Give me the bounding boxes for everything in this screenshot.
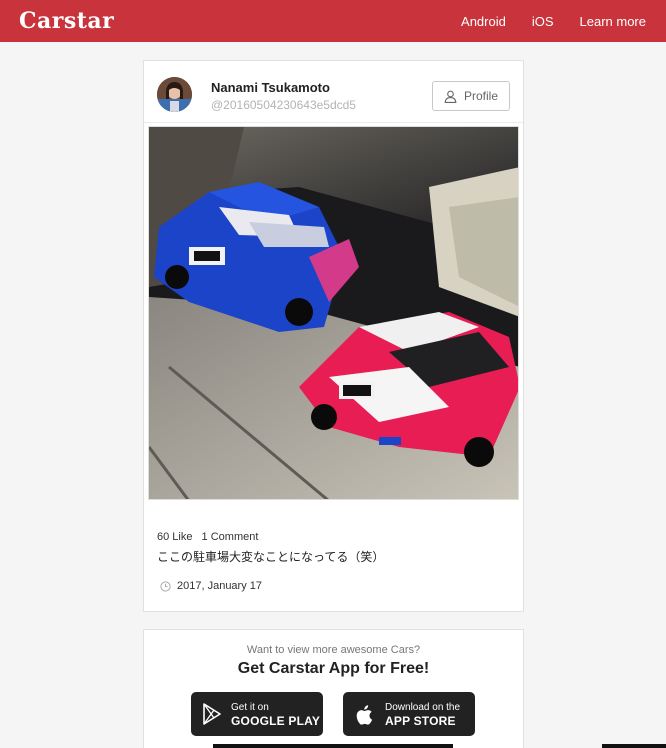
user-name[interactable]: Nanami Tsukamoto xyxy=(211,80,330,95)
avatar[interactable] xyxy=(157,77,192,112)
profile-button-label: Profile xyxy=(463,89,498,103)
clock-icon xyxy=(160,580,171,592)
google-play-small: Get it on xyxy=(231,702,269,713)
nav-link-android[interactable]: Android xyxy=(461,14,506,29)
google-play-label: GOOGLE PLAY xyxy=(231,714,321,728)
app-store-label: APP STORE xyxy=(385,714,456,728)
user-id: @20160504230643e5dcd5 xyxy=(211,98,356,112)
google-play-button[interactable]: Get it on GOOGLE PLAY xyxy=(191,692,323,736)
profile-button[interactable]: Profile xyxy=(432,81,510,111)
like-count[interactable]: 60 Like xyxy=(157,531,192,543)
post-date: 2017, January 17 xyxy=(177,580,263,592)
nav-links: Android iOS Learn more xyxy=(435,0,646,42)
google-play-icon xyxy=(203,703,221,725)
post-stats: 60 Like 1 Comment xyxy=(157,531,264,543)
carstar-logo[interactable]: Carstar xyxy=(19,8,114,34)
bottom-bar-right xyxy=(602,744,666,748)
user-icon xyxy=(444,90,457,103)
post-card: Nanami Tsukamoto @20160504230643e5dcd5 P… xyxy=(143,60,524,612)
post-photo[interactable] xyxy=(148,126,519,500)
app-promo-card: Want to view more awesome Cars? Get Cars… xyxy=(143,629,524,748)
apple-icon xyxy=(356,705,373,725)
nav-link-learn-more[interactable]: Learn more xyxy=(580,14,646,29)
promo-title: Get Carstar App for Free! xyxy=(237,660,430,677)
post-caption: ここの駐車場大変なことになってる（笑） xyxy=(157,550,385,564)
app-store-button[interactable]: Download on the APP STORE xyxy=(343,692,475,736)
nav-link-ios[interactable]: iOS xyxy=(532,14,554,29)
top-nav: Carstar Android iOS Learn more xyxy=(0,0,666,42)
promo-subtitle: Want to view more awesome Cars? xyxy=(246,644,421,656)
post-date-row: 2017, January 17 xyxy=(160,580,262,592)
app-store-small: Download on the xyxy=(385,702,461,713)
comment-count[interactable]: 1 Comment xyxy=(202,531,259,543)
post-header: Nanami Tsukamoto @20160504230643e5dcd5 P… xyxy=(144,61,523,123)
bottom-bar-left xyxy=(213,744,453,748)
